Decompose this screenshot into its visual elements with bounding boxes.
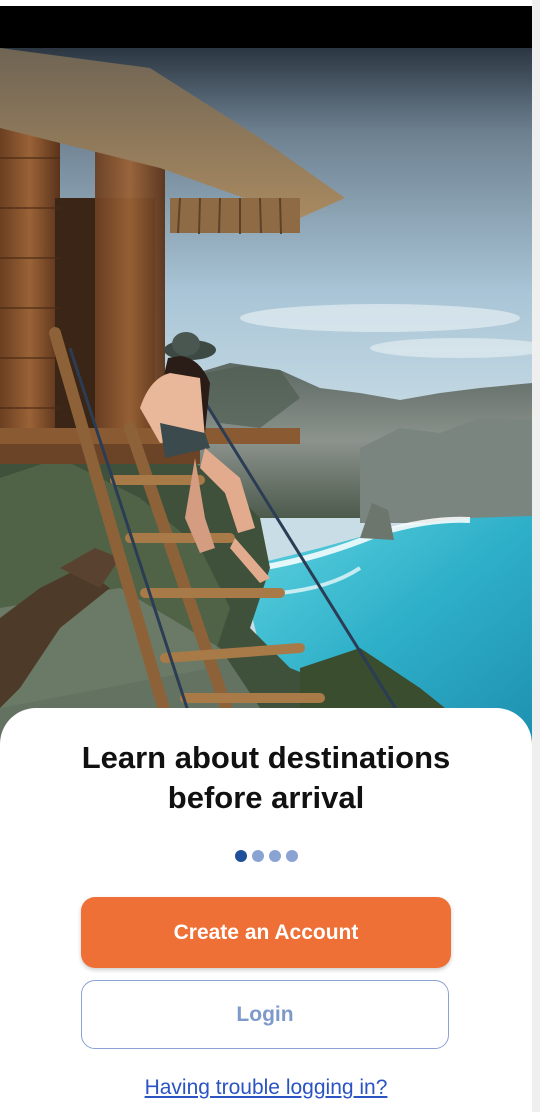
page-indicator xyxy=(0,850,532,862)
treehouse-cliff-illustration xyxy=(0,48,532,748)
headline-line-1: Learn about destinations xyxy=(81,740,451,775)
onboarding-screen: Learn about destinations before arrival … xyxy=(0,0,532,1112)
headline-line-2: before arrival xyxy=(167,780,365,815)
onboarding-sheet: Learn about destinations before arrival … xyxy=(0,708,532,1112)
create-account-button[interactable]: Create an Account xyxy=(81,897,451,968)
right-edge xyxy=(532,0,540,1112)
hero-image xyxy=(0,48,532,748)
page-dot[interactable] xyxy=(251,850,264,862)
login-button[interactable]: Login xyxy=(81,980,449,1049)
headline: Learn about destinations before arrival xyxy=(0,738,532,818)
page-dot[interactable] xyxy=(268,850,281,862)
trouble-logging-in-link[interactable]: Having trouble logging in? xyxy=(0,1076,532,1100)
status-bar xyxy=(0,6,532,48)
page-dot-active[interactable] xyxy=(234,850,247,862)
page-dot[interactable] xyxy=(285,850,298,862)
